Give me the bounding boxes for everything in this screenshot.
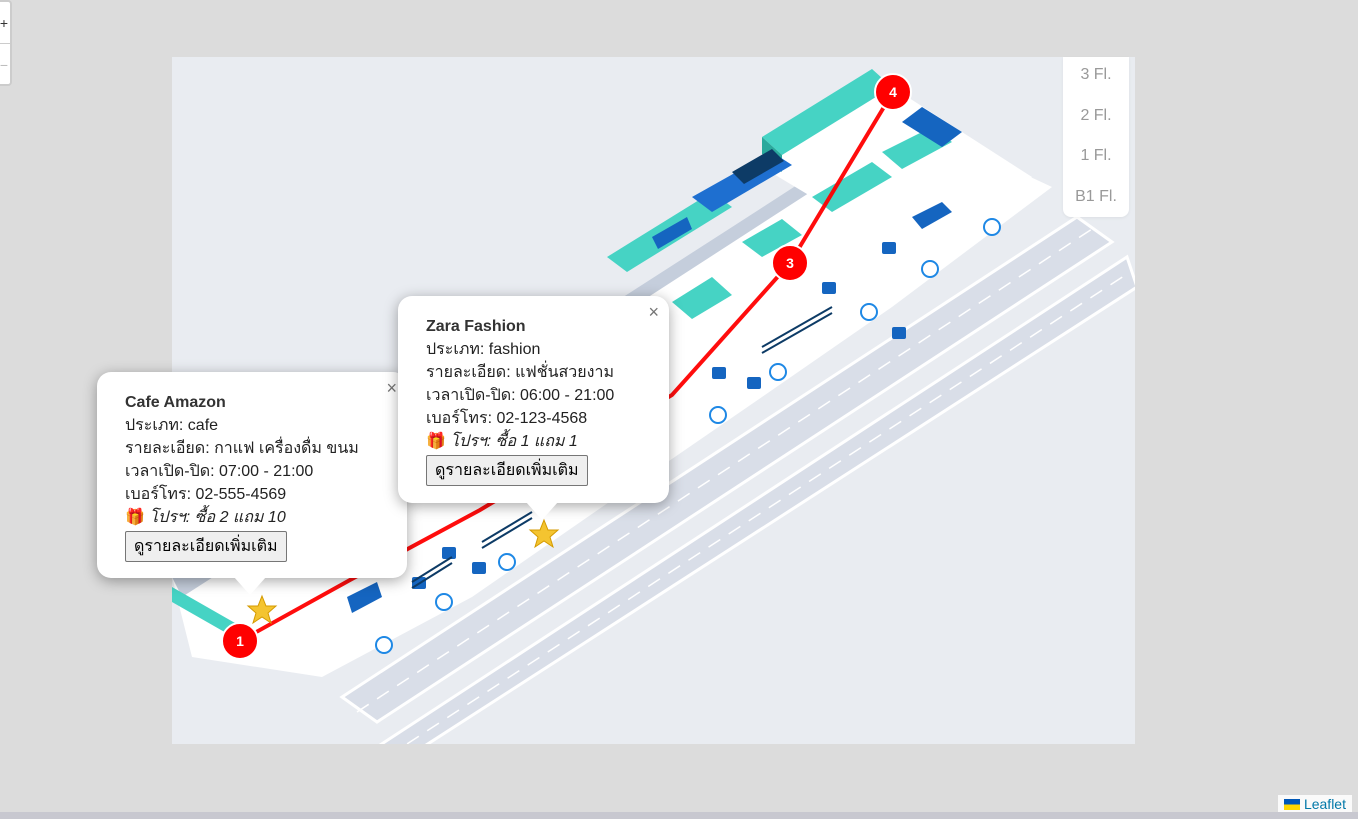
popup-promo-text: โปรฯ: ซื้อ 1 แถม 1	[450, 433, 578, 450]
floor-button-2[interactable]: 2 Fl.	[1063, 107, 1129, 125]
close-icon[interactable]: ×	[648, 302, 659, 323]
route-marker-3[interactable]: 3	[771, 244, 809, 282]
popup-type: ประเภท: cafe	[125, 417, 219, 434]
flag-icon	[1283, 799, 1300, 810]
popup-cafe-amazon: × Cafe Amazon ประเภท: cafe รายละเอียด: ก…	[97, 372, 407, 578]
gift-icon: 🎁	[426, 433, 446, 450]
popup-type: ประเภท: fashion	[426, 341, 541, 358]
gift-icon: 🎁	[125, 509, 145, 526]
bottom-border	[0, 812, 1358, 819]
floor-button-b1[interactable]: B1 Fl.	[1063, 188, 1129, 206]
leaflet-link[interactable]: Leaflet	[1304, 796, 1346, 812]
popup-hours: เวลาเปิด-ปิด: 07:00 - 21:00	[125, 463, 314, 480]
popup-hours: เวลาเปิด-ปิด: 06:00 - 21:00	[426, 387, 615, 404]
route-marker-4[interactable]: 4	[874, 73, 912, 111]
popup-promo-text: โปรฯ: ซื้อ 2 แถม 10	[149, 509, 286, 526]
popup-promo: 🎁 โปรฯ: ซื้อ 2 แถม 10	[125, 506, 359, 529]
route-marker-label: 3	[786, 255, 794, 271]
popup-tip	[234, 577, 266, 595]
popup-tip	[526, 502, 558, 520]
floor-selector: 3 Fl. 2 Fl. 1 Fl. B1 Fl.	[1063, 57, 1129, 217]
star-icon[interactable]	[528, 518, 560, 549]
close-icon[interactable]: ×	[386, 378, 397, 399]
popup-phone: เบอร์โทร: 02-555-4569	[125, 486, 287, 503]
more-details-button[interactable]: ดูรายละเอียดเพิ่มเติม	[125, 531, 287, 562]
route-marker-label: 4	[889, 84, 897, 100]
star-icon[interactable]	[246, 594, 278, 625]
popup-zara-fashion: × Zara Fashion ประเภท: fashion รายละเอีย…	[398, 296, 669, 503]
route-marker-label: 1	[236, 633, 244, 649]
popup-phone: เบอร์โทร: 02-123-4568	[426, 410, 588, 427]
popup-title: Zara Fashion	[426, 318, 526, 335]
popup-promo: 🎁 โปรฯ: ซื้อ 1 แถม 1	[426, 430, 614, 453]
popup-title: Cafe Amazon	[125, 394, 226, 411]
floor-button-3[interactable]: 3 Fl.	[1063, 66, 1129, 84]
more-details-button[interactable]: ดูรายละเอียดเพิ่มเติม	[426, 455, 588, 486]
popup-detail: รายละเอียด: กาแฟ เครื่องดื่ม ขนม	[125, 440, 359, 457]
floor-button-1[interactable]: 1 Fl.	[1063, 147, 1129, 165]
route-marker-1[interactable]: 1	[221, 622, 259, 660]
map-attribution: Leaflet	[1277, 795, 1352, 813]
popup-detail: รายละเอียด: แฟชั่นสวยงาม	[426, 364, 614, 381]
